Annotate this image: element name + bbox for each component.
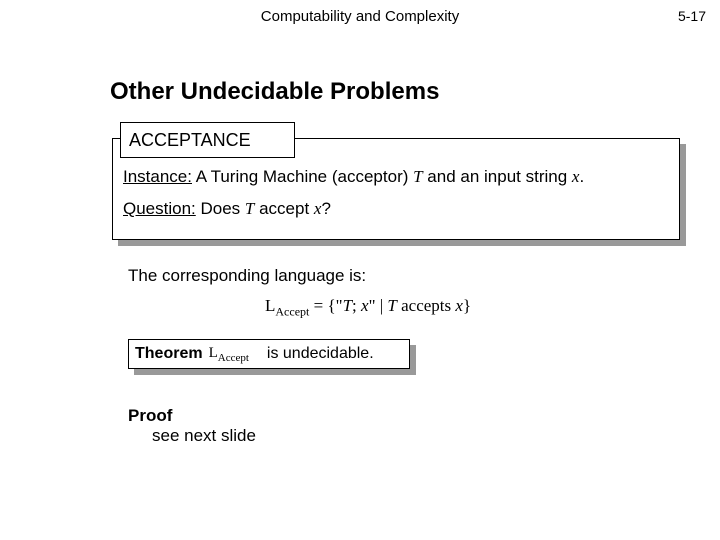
theorem-formula: LAccept [209,345,249,364]
formula-x2: x [455,296,463,315]
formula-tail: accepts [397,296,456,315]
proof-text: see next slide [152,426,256,446]
page-number: 5-17 [678,8,706,24]
language-formula: LAccept = {"T; x" | T accepts x} [265,296,471,319]
formula-x: x [361,296,369,315]
language-intro: The corresponding language is: [128,266,366,286]
problem-name: ACCEPTANCE [129,130,251,151]
question-label: Question: [123,199,196,218]
question-qmark: ? [321,199,330,218]
theorem-sub: Accept [218,352,249,364]
instance-line: Instance: A Turing Machine (acceptor) T … [123,167,669,187]
formula-T: T [343,296,352,315]
page-title: Other Undecidable Problems [110,78,439,106]
theorem-label: Theorem [135,345,203,363]
formula-lhs-sub: Accept [275,304,309,318]
instance-text-b: and an input string [423,167,572,186]
theorem-sym: L [209,345,218,361]
instance-period: . [579,167,584,186]
formula-lhs: L [265,296,275,315]
header-title: Computability and Complexity [0,8,720,25]
instance-text-a: A Turing Machine (acceptor) [192,167,413,186]
question-var-T: T [245,199,254,218]
question-line: Question: Does T accept x? [123,199,669,219]
theorem-text: is undecidable. [267,345,374,363]
theorem-box: Theorem LAccept is undecidable. [128,339,410,369]
instance-var-T: T [413,167,422,186]
question-text-b: accept [254,199,314,218]
slide: Computability and Complexity 5-17 Other … [0,0,720,540]
question-text-a: Does [196,199,245,218]
problem-name-box: ACCEPTANCE [120,122,295,158]
proof-label: Proof [128,406,256,426]
formula-mid: " | [369,296,388,315]
proof-block: Proof see next slide [128,406,256,446]
formula-eq: = {" [309,296,342,315]
formula-sep: ; [352,296,361,315]
instance-label: Instance: [123,167,192,186]
formula-T2: T [387,296,396,315]
formula-close: } [463,296,471,315]
